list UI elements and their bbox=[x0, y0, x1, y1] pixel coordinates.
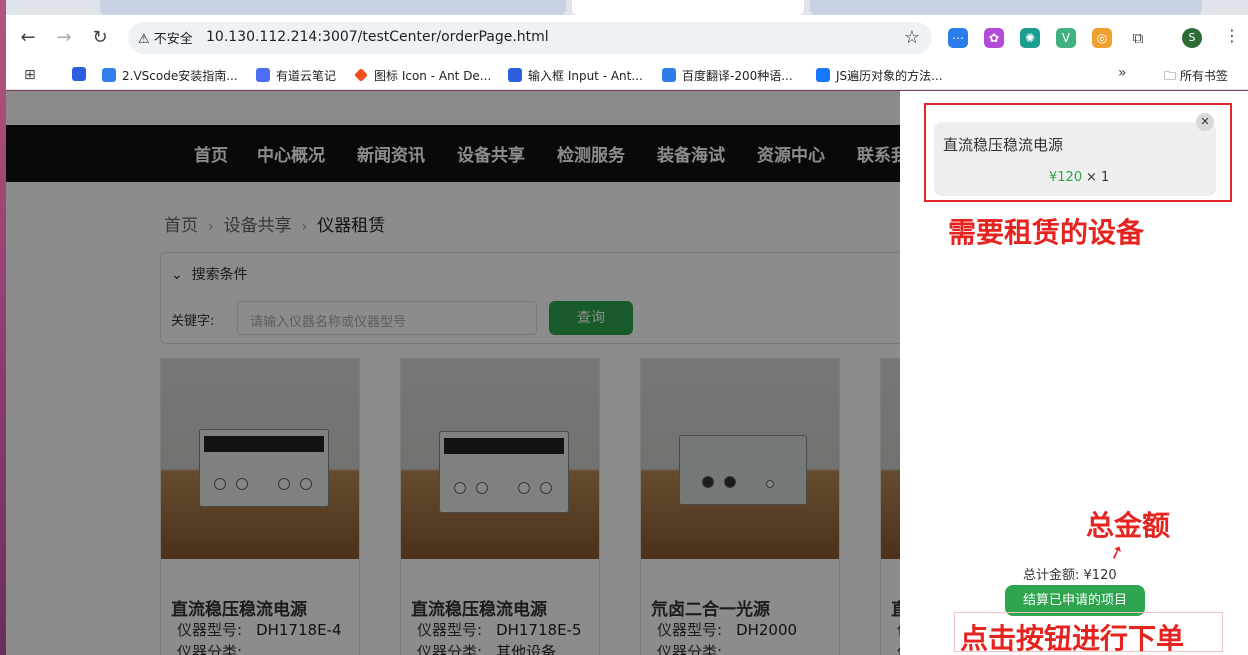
url-text[interactable]: 10.130.112.214:3007/testCenter/orderPage… bbox=[206, 29, 549, 45]
bookmark-vscode[interactable]: 2.VScode安装指南... bbox=[102, 67, 238, 84]
back-icon[interactable]: ← bbox=[16, 26, 40, 50]
security-label: 不安全 bbox=[153, 32, 193, 47]
security-warning[interactable]: ⚠ 不安全 bbox=[138, 28, 193, 47]
browser-tab[interactable] bbox=[100, 0, 566, 15]
bookmark-baidu[interactable] bbox=[72, 67, 92, 82]
tab-strip bbox=[6, 0, 1248, 15]
orange-extension-icon[interactable]: ◎ bbox=[1092, 28, 1112, 48]
bookmark-label: 2.VScode安装指南... bbox=[122, 69, 238, 83]
browser-tab[interactable] bbox=[810, 0, 1202, 15]
baidu-paw-icon bbox=[72, 67, 86, 81]
cart-total: 总计金额: ¥120 bbox=[1023, 564, 1117, 583]
bookmark-label: 有道云笔记 bbox=[276, 69, 337, 83]
browser-toolbar: ← → ↻ ⚠ 不安全 10.130.112.214:3007/testCent… bbox=[6, 15, 1248, 60]
translate-icon bbox=[662, 68, 676, 82]
puzzle-extensions-icon[interactable]: ⧉ bbox=[1128, 28, 1148, 48]
menu-kebab-icon[interactable]: ⋮ bbox=[1224, 26, 1240, 45]
forward-icon[interactable]: → bbox=[52, 26, 76, 50]
chat-extension-icon[interactable]: ⋯ bbox=[948, 28, 968, 48]
bookmark-label: 输入框 Input - Ant... bbox=[528, 69, 643, 83]
bookmark-star-icon[interactable]: ☆ bbox=[904, 27, 920, 48]
vscode-icon bbox=[102, 68, 116, 82]
browser-tab-active[interactable] bbox=[572, 0, 804, 15]
annotation-items: 需要租赁的设备 bbox=[948, 216, 1145, 249]
total-value: ¥120 bbox=[1083, 568, 1117, 583]
bookmark-antd-input[interactable]: 输入框 Input - Ant... bbox=[508, 67, 643, 84]
vue-devtools-icon[interactable]: V bbox=[1056, 28, 1076, 48]
annotation-total: 总金额 bbox=[1086, 509, 1171, 542]
openai-extension-icon[interactable]: ✺ bbox=[1020, 28, 1040, 48]
page-content: 首页 中心概况 新闻资讯 设备共享 检测服务 装备海试 资源中心 联系我们 首页… bbox=[6, 91, 900, 655]
youdao-icon bbox=[256, 68, 270, 82]
warning-icon: ⚠ bbox=[138, 32, 150, 47]
modal-overlay[interactable] bbox=[6, 91, 900, 655]
bookmark-antd-icon[interactable]: 图标 Icon - Ant De... bbox=[354, 67, 491, 84]
bookmarks-bar: ⊞ 2.VScode安装指南... 有道云笔记 图标 Icon - Ant De… bbox=[6, 60, 1248, 90]
folder-icon: 🗀 bbox=[1164, 69, 1177, 83]
profile-avatar[interactable]: S bbox=[1182, 28, 1202, 48]
bookmark-youdao[interactable]: 有道云笔记 bbox=[256, 67, 336, 84]
annotation-highlight-box bbox=[924, 103, 1232, 202]
cart-drawer: 直流稳压稳流电源 ¥120 × 1 ✕ 需要租赁的设备 总金额 ➚ 总计金额: … bbox=[900, 91, 1248, 655]
bookmark-label: 百度翻译-200种语... bbox=[682, 69, 793, 83]
bookmark-zhihu[interactable]: JS遍历对象的方法... bbox=[816, 67, 943, 84]
address-bar[interactable]: ⚠ 不安全 10.130.112.214:3007/testCenter/ord… bbox=[128, 22, 932, 54]
antd-diamond-icon bbox=[354, 68, 368, 82]
reload-icon[interactable]: ↻ bbox=[88, 26, 112, 50]
shield-icon bbox=[508, 68, 522, 82]
bookmark-label: JS遍历对象的方法... bbox=[836, 69, 943, 83]
folder-label: 所有书签 bbox=[1179, 69, 1228, 83]
brain-extension-icon[interactable]: ✿ bbox=[984, 28, 1004, 48]
bookmark-label: 图标 Icon - Ant De... bbox=[374, 69, 492, 83]
annotation-action: 点击按钮进行下单 bbox=[960, 622, 1185, 655]
all-bookmarks-folder[interactable]: 🗀 所有书签 bbox=[1164, 67, 1228, 88]
apps-grid-icon[interactable]: ⊞ bbox=[24, 67, 36, 83]
more-bookmarks-icon[interactable]: » bbox=[1118, 65, 1127, 81]
zhihu-icon bbox=[816, 68, 830, 82]
total-label: 总计金额: bbox=[1023, 568, 1080, 583]
bookmark-baidu-translate[interactable]: 百度翻译-200种语... bbox=[662, 67, 793, 84]
